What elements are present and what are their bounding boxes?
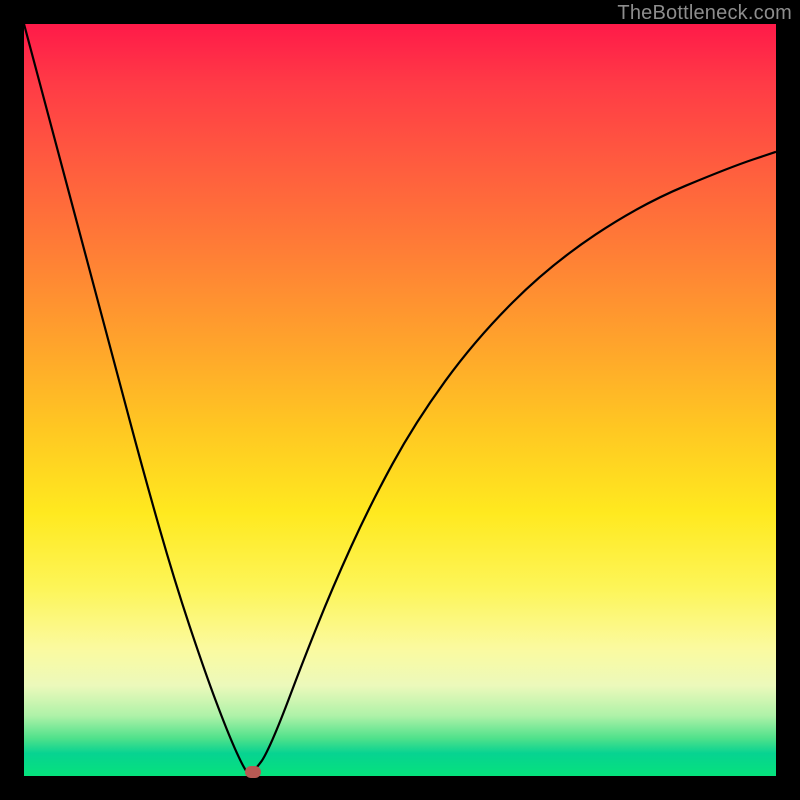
- minimum-marker: [245, 766, 261, 778]
- plot-area: [24, 24, 776, 776]
- watermark-text: TheBottleneck.com: [617, 2, 792, 25]
- chart-frame: TheBottleneck.com: [0, 0, 800, 800]
